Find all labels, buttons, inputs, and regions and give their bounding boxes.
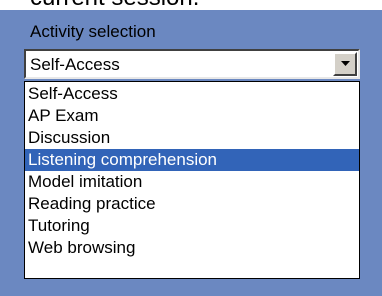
- option-reading-practice[interactable]: Reading practice: [25, 193, 359, 215]
- option-listening-comprehension[interactable]: Listening comprehension: [25, 149, 359, 171]
- option-web-browsing[interactable]: Web browsing: [25, 237, 359, 259]
- activity-options-list[interactable]: Self-Access AP Exam Discussion Listening…: [24, 81, 360, 279]
- dropdown-selected-value: Self-Access: [30, 55, 120, 74]
- activity-dropdown[interactable]: Self-Access: [24, 49, 360, 79]
- option-model-imitation[interactable]: Model imitation: [25, 171, 359, 193]
- chevron-down-icon: [341, 61, 350, 66]
- option-ap-exam[interactable]: AP Exam: [25, 105, 359, 127]
- activity-selection-label: Activity selection: [30, 22, 156, 41]
- option-discussion[interactable]: Discussion: [25, 127, 359, 149]
- option-tutoring[interactable]: Tutoring: [25, 215, 359, 237]
- activity-selection-panel: Activity selection Self-Access Self-Acce…: [0, 10, 382, 296]
- dropdown-toggle-button[interactable]: [333, 52, 357, 76]
- option-self-access[interactable]: Self-Access: [25, 83, 359, 105]
